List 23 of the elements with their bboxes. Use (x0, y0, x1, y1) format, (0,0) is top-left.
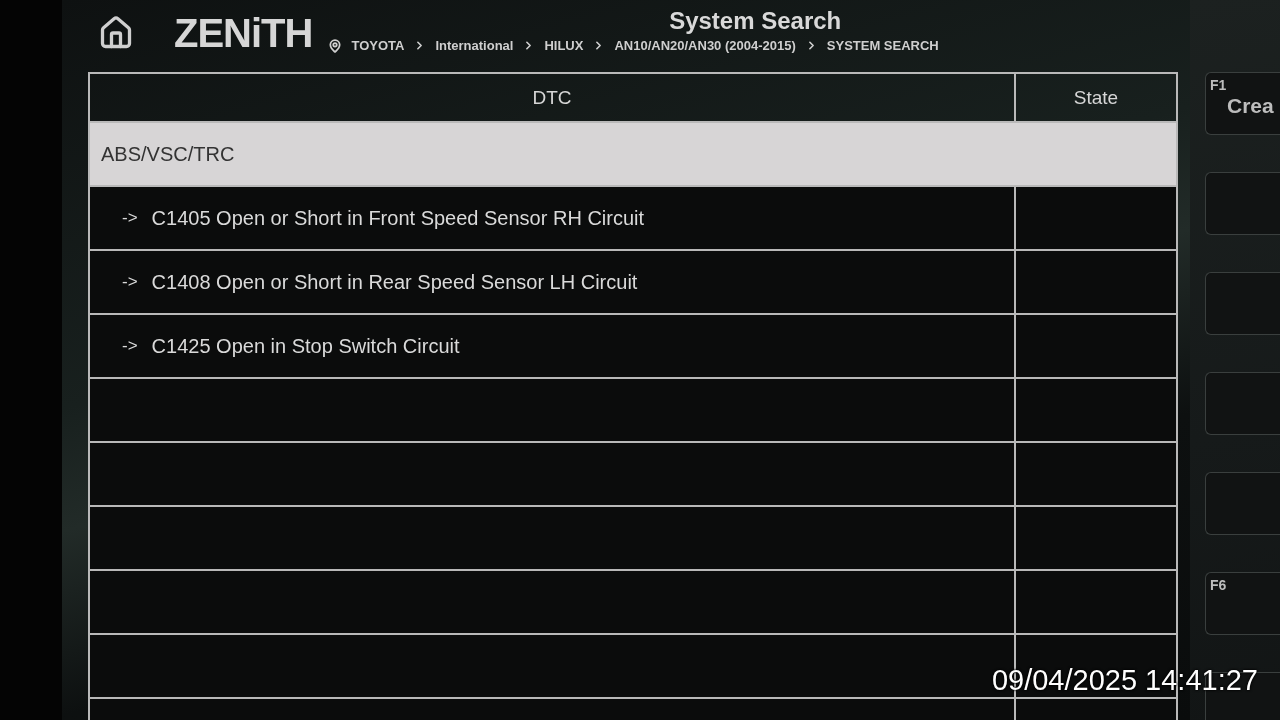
table-row[interactable]: ABS/VSC/TRC (90, 121, 1176, 185)
breadcrumb-link[interactable]: TOYOTA (351, 38, 405, 53)
breadcrumb-link[interactable]: AN10/AN20/AN30 (2004-2015) (614, 38, 796, 53)
dtc-text: C1408 Open or Short in Rear Speed Sensor LH Circuit (151, 270, 638, 294)
location-pin-icon (328, 38, 343, 53)
arrow-text: -> (122, 336, 138, 356)
arrow-text: -> (122, 208, 138, 228)
table-row[interactable]: -> C1408 Open or Short in Rear Speed Sensor LH Circuit (90, 249, 1176, 313)
column-header: DTC (531, 85, 573, 110)
logo: ZENiTH (174, 11, 313, 55)
breadcrumb-link[interactable]: SYSTEM SEARCH (826, 38, 939, 53)
home-button[interactable] (98, 15, 134, 51)
table-row[interactable]: -> C1425 Open in Stop Switch Circuit (90, 313, 1176, 377)
function-key-button[interactable]: F6 (1205, 572, 1280, 635)
arrow-text: -> (122, 272, 138, 292)
page-title: System Search (669, 7, 842, 35)
dtc-text: C1425 Open in Stop Switch Circuit (151, 334, 460, 358)
breadcrumb-link[interactable]: HILUX (544, 38, 584, 53)
dtc-text: C1405 Open or Short in Front Speed Sensor RH Circuit (151, 206, 645, 230)
breadcrumb-link[interactable]: International (435, 38, 514, 53)
system-name: ABS/VSC/TRC (101, 142, 235, 166)
function-key-button[interactable]: F1 Crea (1205, 72, 1280, 135)
table-row[interactable]: -> C1405 Open or Short in Front Speed Sensor RH Circuit (90, 185, 1176, 249)
